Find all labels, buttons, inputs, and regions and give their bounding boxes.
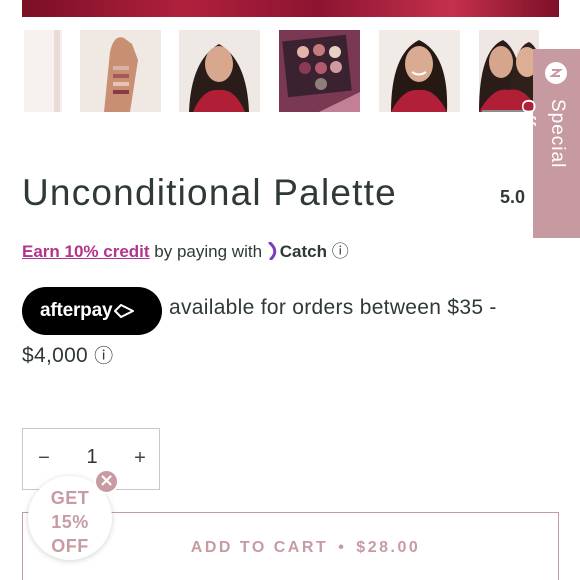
thumb-arm-swatches[interactable]: [80, 30, 161, 112]
info-icon[interactable]: ⓘ: [332, 244, 349, 261]
hero-image-strip: [22, 0, 559, 17]
afterpay-badge[interactable]: afterpay: [22, 287, 162, 335]
catch-logo-icon: [267, 241, 280, 261]
thumb-palette-open[interactable]: [279, 30, 360, 112]
afterpay-info-icon[interactable]: ⓘ: [94, 346, 113, 367]
thumb-model-portrait[interactable]: [179, 30, 260, 112]
increase-quantity-button[interactable]: +: [129, 447, 151, 470]
thumbnail-carousel: ‹: [0, 30, 580, 114]
quantity-value[interactable]: 1: [79, 446, 105, 469]
thumb-model-smiling[interactable]: [379, 30, 460, 112]
special-offers-label: Special Offers: [517, 99, 568, 169]
discount-line-percent: 15%: [51, 512, 89, 532]
price-separator: •: [338, 539, 347, 556]
special-offers-tab[interactable]: Special Offers: [517, 49, 580, 238]
discount-text: GET 15% OFF: [28, 486, 112, 558]
decrease-quantity-button[interactable]: −: [33, 447, 55, 470]
add-to-cart-text: ADD TO CART: [190, 539, 329, 556]
afterpay-description: available for orders between $35 -: [169, 296, 497, 319]
thumb-product-stick[interactable]: [24, 30, 62, 112]
earn-credit-link[interactable]: Earn 10% credit: [22, 242, 150, 261]
afterpay-range: $4,000 ⓘ: [22, 341, 113, 368]
afterpay-logo-text: afterpay: [40, 300, 113, 321]
catch-brand: Catch: [279, 242, 327, 261]
catch-promo-text: by paying with: [154, 242, 263, 261]
afterpay-arrows-icon: [113, 289, 135, 318]
product-title: Unconditional Palette: [22, 172, 397, 213]
afterpay-max-amount: $4,000: [22, 344, 89, 367]
add-to-cart-price: $28.00: [356, 539, 421, 556]
close-icon[interactable]: ×: [94, 469, 119, 494]
discount-line-off: OFF: [51, 536, 89, 556]
catch-promo: Earn 10% credit by paying with Catch ⓘ: [22, 241, 349, 262]
gift-icon: [545, 62, 567, 84]
product-rating[interactable]: 5.0: [500, 187, 525, 208]
